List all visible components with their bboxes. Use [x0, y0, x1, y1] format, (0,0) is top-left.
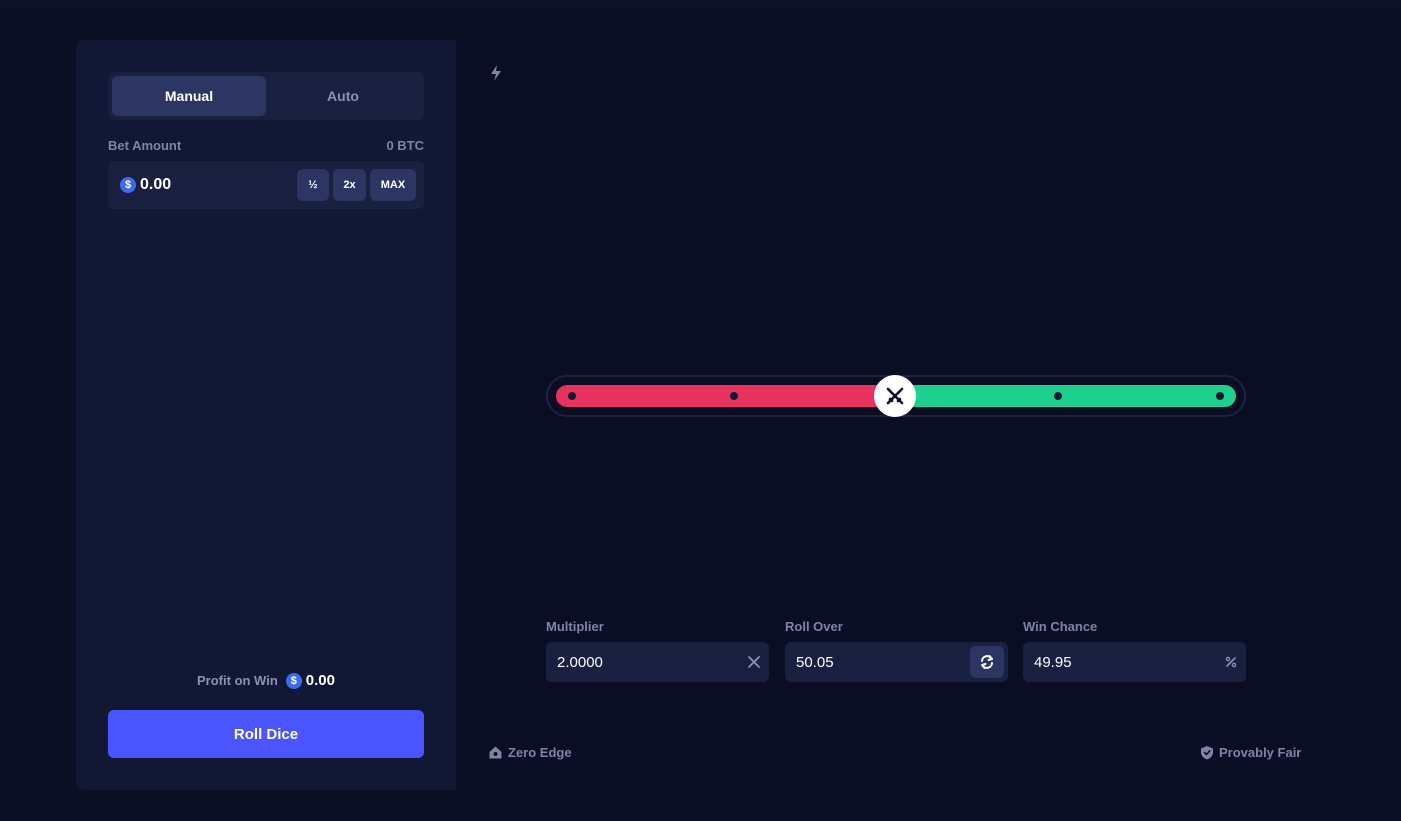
lose-range [556, 385, 902, 407]
bet-amount-label: Bet Amount [108, 138, 182, 153]
zero-edge-link[interactable]: Zero Edge [488, 745, 572, 760]
mode-tabs: Manual Auto [108, 72, 424, 120]
profit-label: Profit on Win [197, 673, 278, 688]
dollar-coin-icon: $ [120, 177, 136, 193]
slider-tick [1054, 392, 1062, 400]
swap-button[interactable] [970, 646, 1004, 678]
roll-over-value[interactable]: 50.05 [796, 654, 834, 671]
profit-amount: $ 0.00 [285, 672, 335, 689]
slider-handle[interactable] [874, 375, 916, 417]
multiplier-value[interactable]: 2.0000 [557, 654, 603, 671]
bet-amount-input[interactable]: $ 0.00 ½ 2x MAX [108, 161, 424, 209]
house-icon [489, 746, 502, 759]
tab-manual[interactable]: Manual [112, 76, 266, 116]
multiplier-label: Multiplier [546, 619, 604, 634]
top-bar [0, 0, 1401, 8]
lightning-icon[interactable] [488, 64, 504, 82]
bet-sidebar: Manual Auto Bet Amount 0 BTC $ 0.00 ½ 2x… [76, 40, 456, 790]
roll-over-label: Roll Over [785, 619, 843, 634]
win-range [894, 385, 1236, 407]
slider-tick [730, 392, 738, 400]
x-icon [747, 655, 761, 669]
slider-tick [1216, 392, 1224, 400]
win-chance-input[interactable]: 49.95 [1023, 642, 1246, 682]
dice-slider[interactable] [546, 375, 1246, 417]
win-chance-value[interactable]: 49.95 [1034, 654, 1072, 671]
max-bet-button[interactable]: MAX [370, 169, 416, 201]
multiplier-input[interactable]: 2.0000 [546, 642, 769, 682]
double-bet-button[interactable]: 2x [333, 169, 366, 201]
profit-value: 0.00 [305, 672, 335, 689]
profit-on-win: Profit on Win $ 0.00 [76, 672, 456, 689]
swap-icon [981, 655, 993, 669]
dollar-coin-icon: $ [285, 672, 302, 689]
dice-game-panel: Manual Auto Bet Amount 0 BTC $ 0.00 ½ 2x… [76, 40, 1336, 790]
half-bet-button[interactable]: ½ [297, 169, 329, 201]
provably-fair-link[interactable]: Provably Fair [1200, 745, 1301, 760]
provably-fair-label: Provably Fair [1219, 745, 1302, 760]
bet-amount-value[interactable]: 0.00 [140, 176, 293, 194]
percent-icon [1224, 655, 1238, 669]
crossed-swords-icon [886, 387, 904, 405]
zero-edge-label: Zero Edge [508, 745, 572, 760]
roll-over-input[interactable]: 50.05 [785, 642, 1008, 682]
roll-dice-button[interactable]: Roll Dice [108, 710, 424, 758]
bet-amount-header: Bet Amount 0 BTC [108, 138, 424, 153]
shield-icon [1201, 746, 1213, 760]
tab-auto[interactable]: Auto [266, 76, 420, 116]
win-chance-label: Win Chance [1023, 619, 1098, 634]
bet-balance: 0 BTC [386, 138, 424, 153]
slider-tick [568, 392, 576, 400]
